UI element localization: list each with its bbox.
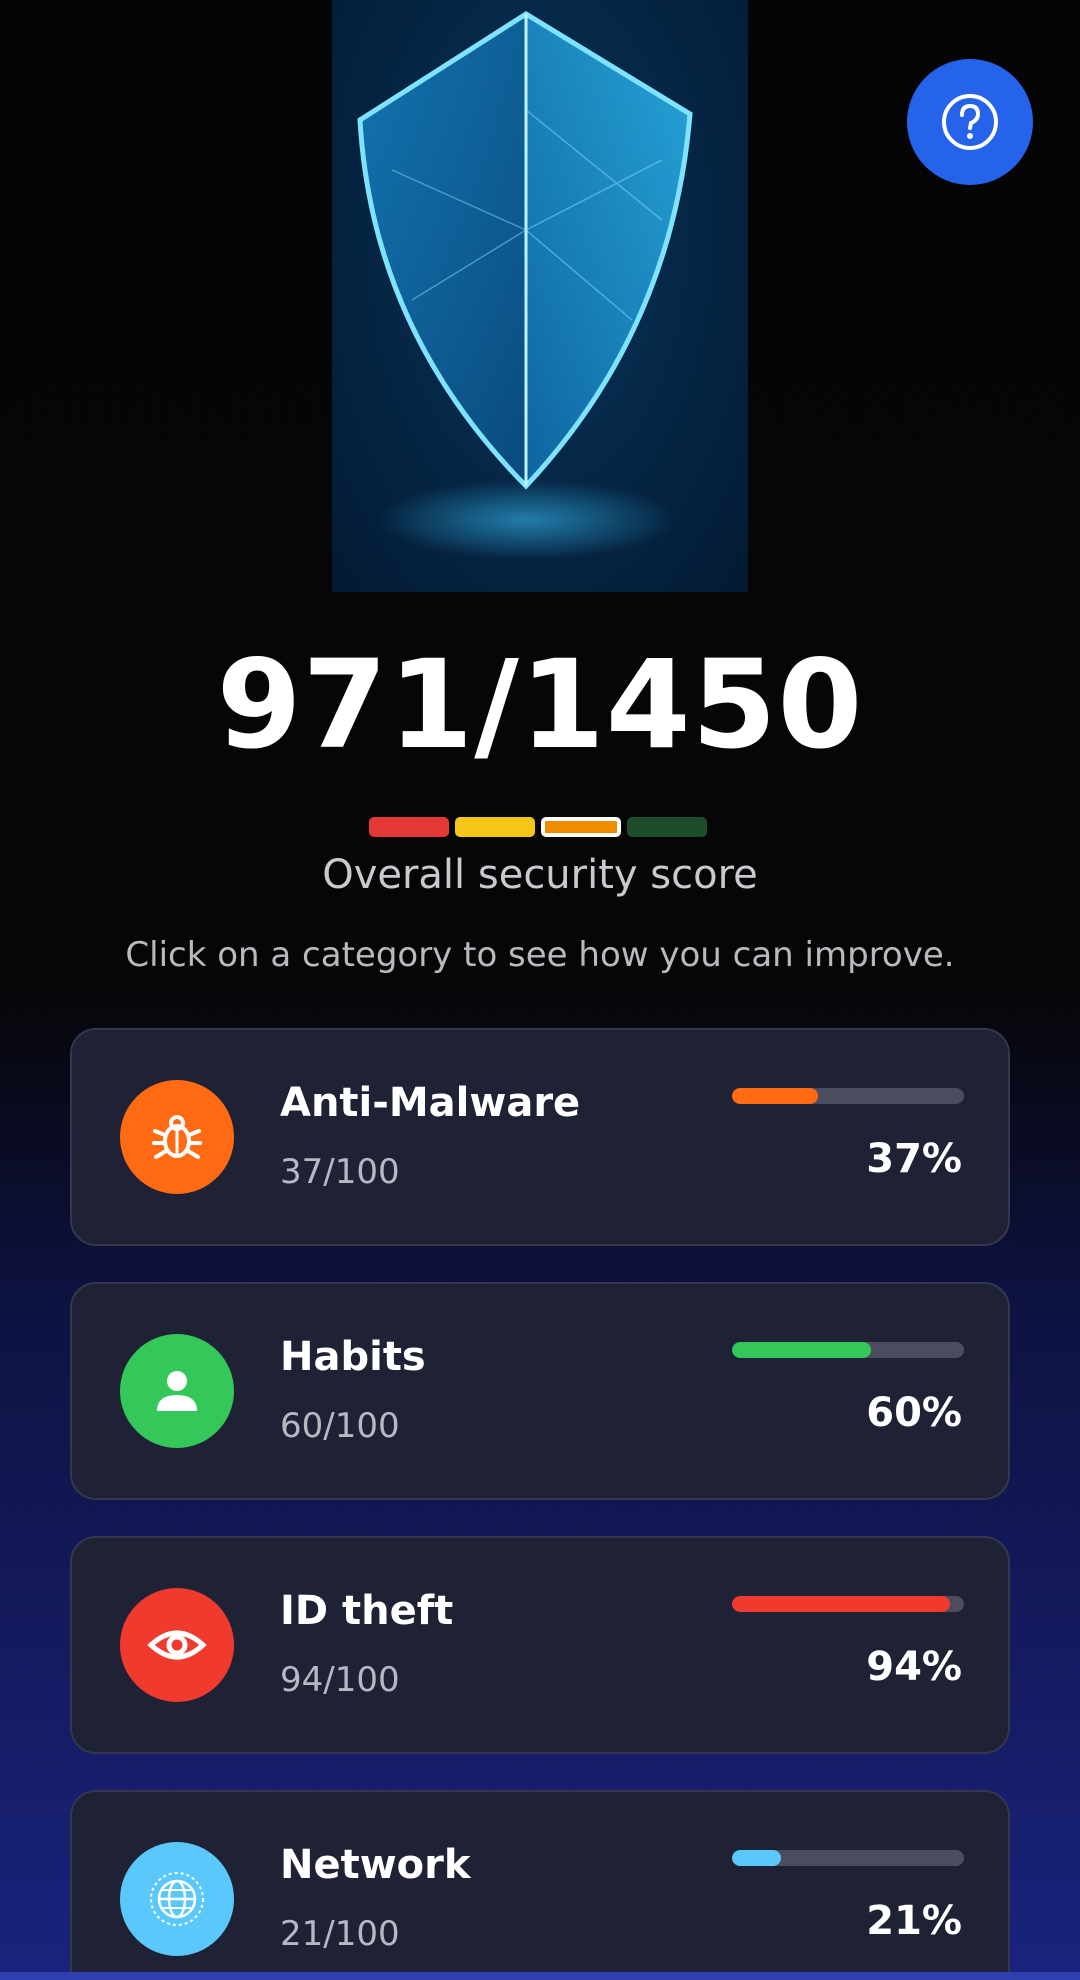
category-progress-track xyxy=(732,1850,964,1866)
category-title: Habits xyxy=(280,1334,426,1380)
category-percent: 21% xyxy=(866,1898,962,1944)
user-icon xyxy=(157,1371,197,1411)
instruction-text: Click on a category to see how you can i… xyxy=(125,935,955,975)
category-progress-fill xyxy=(732,1088,818,1104)
bug-icon xyxy=(152,1115,202,1159)
category-title: Network xyxy=(280,1842,471,1888)
category-score: 37/100 xyxy=(280,1152,400,1192)
score-segment-red xyxy=(369,817,449,837)
category-score: 60/100 xyxy=(280,1406,400,1446)
category-percent: 94% xyxy=(866,1644,962,1690)
eye-icon xyxy=(147,1630,207,1660)
category-card-anti-malware[interactable]: Anti-Malware 37/100 37% xyxy=(70,1028,1010,1246)
overall-score-value: 971/1450 xyxy=(216,634,864,776)
category-progress-fill xyxy=(732,1342,872,1358)
category-icon-circle xyxy=(120,1588,234,1702)
category-card-network[interactable]: Network 21/100 21% xyxy=(70,1790,1010,1980)
category-icon-circle xyxy=(120,1080,234,1194)
category-icon-circle xyxy=(120,1842,234,1956)
category-progress-track xyxy=(732,1088,964,1104)
help-button[interactable] xyxy=(907,59,1033,185)
shield-icon xyxy=(357,11,693,560)
globe-icon xyxy=(150,1872,204,1926)
category-card-id-theft[interactable]: ID theft 94/100 94% xyxy=(70,1536,1010,1754)
category-card-habits[interactable]: Habits 60/100 60% xyxy=(70,1282,1010,1500)
score-segment-green xyxy=(627,817,707,837)
category-progress-fill xyxy=(732,1850,781,1866)
category-score: 21/100 xyxy=(280,1914,400,1954)
category-progress-track xyxy=(732,1596,964,1612)
category-percent: 60% xyxy=(866,1390,962,1436)
category-score: 94/100 xyxy=(280,1660,400,1700)
category-title: Anti-Malware xyxy=(280,1080,581,1126)
category-percent: 37% xyxy=(866,1136,962,1182)
score-label: Overall security score xyxy=(322,852,758,898)
question-circle-icon xyxy=(942,94,998,150)
score-segment-yellow xyxy=(455,817,535,837)
category-progress-track xyxy=(732,1342,964,1358)
score-segment-orange-active xyxy=(541,817,621,837)
bottom-edge xyxy=(0,1972,1080,1980)
category-title: ID theft xyxy=(280,1588,454,1634)
score-level-indicator xyxy=(369,817,707,837)
category-icon-circle xyxy=(120,1334,234,1448)
shield-hero-image xyxy=(332,0,748,592)
category-progress-fill xyxy=(732,1596,951,1612)
